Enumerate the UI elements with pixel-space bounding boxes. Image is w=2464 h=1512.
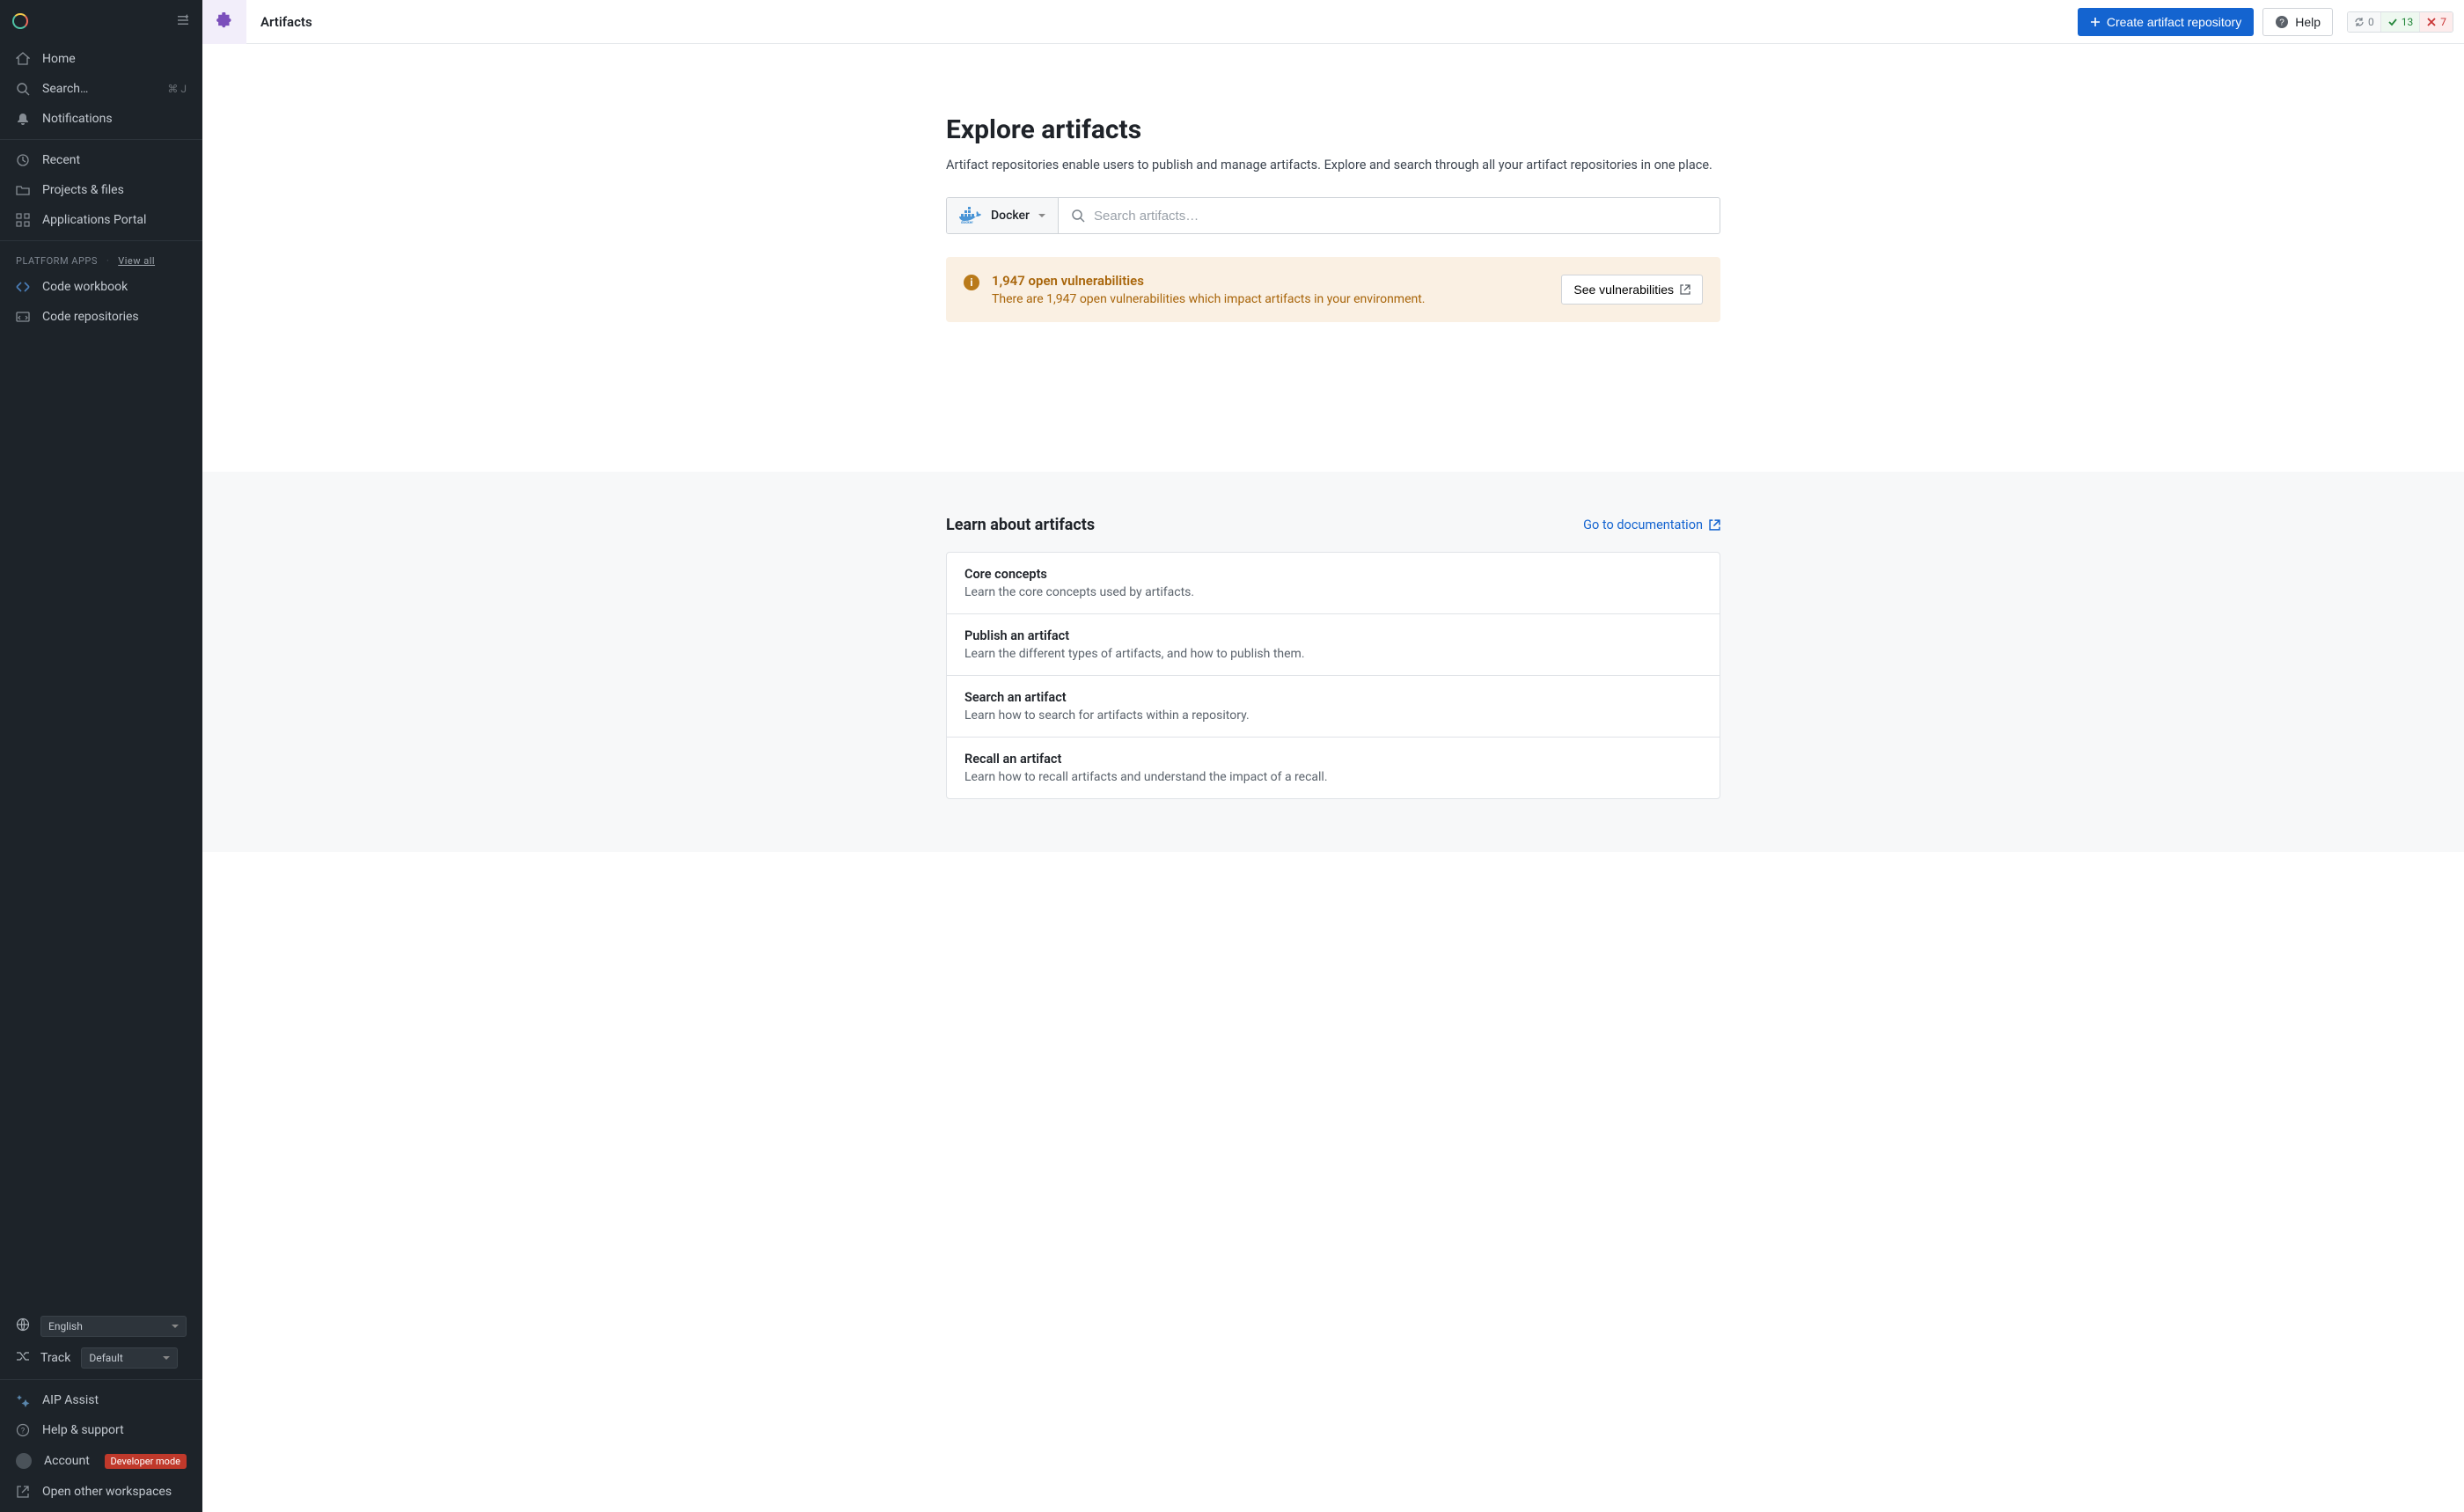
nav-notifications[interactable]: Notifications [0,104,202,134]
search-type-select[interactable]: docker Docker [947,198,1059,233]
nav-label: Code repositories [42,310,139,324]
alert-description: There are 1,947 open vulnerabilities whi… [992,292,1549,306]
doc-item[interactable]: Search an artifact Learn how to search f… [947,676,1720,738]
nav-open-workspaces[interactable]: Open other workspaces [0,1477,202,1507]
documentation-link[interactable]: Go to documentation [1583,517,1720,532]
nav-label: Notifications [42,112,113,126]
learn-section-title: Learn about artifacts [946,516,1095,534]
status-error[interactable]: 7 [2420,12,2453,32]
nav-code-repos[interactable]: Code repositories [0,302,202,332]
info-icon: i [964,275,979,290]
create-repository-button[interactable]: Create artifact repository [2078,8,2254,36]
globe-icon [16,1317,30,1335]
nav-account[interactable]: Account Developer mode [0,1445,202,1477]
vulnerabilities-alert: i 1,947 open vulnerabilities There are 1… [946,257,1720,322]
nav-label: Account [44,1454,90,1468]
question-circle-icon: ? [2275,15,2289,29]
search-icon [1071,209,1085,223]
nav-recent[interactable]: Recent [0,145,202,175]
nav-label: Recent [42,153,80,167]
nav-help-support[interactable]: ? Help & support [0,1415,202,1445]
sidebar: Home Search… ⌘ J Notifications Recent Pr… [0,0,202,1512]
page-title: Explore artifacts [946,114,1720,145]
nav-aip-assist[interactable]: AIP Assist [0,1385,202,1415]
svg-text:?: ? [21,1428,25,1436]
status-indicator[interactable]: 0 13 7 [2347,11,2453,33]
track-label: Track [40,1351,70,1365]
question-icon: ? [16,1423,30,1437]
doc-item[interactable]: Publish an artifact Learn the different … [947,614,1720,676]
plus-icon [2090,17,2101,27]
status-ok[interactable]: 13 [2381,12,2421,32]
help-button[interactable]: ? Help [2262,8,2333,36]
sync-icon [2354,17,2365,27]
caret-down-icon [163,1356,170,1360]
nav-label: Projects & files [42,183,124,197]
caret-down-icon [172,1325,179,1328]
svg-text:?: ? [2279,18,2284,27]
shuffle-icon [16,1349,30,1367]
caret-down-icon [1038,214,1045,217]
see-vulnerabilities-button[interactable]: See vulnerabilities [1561,275,1703,305]
nav-label: AIP Assist [42,1393,99,1407]
app-title: Artifacts [260,14,312,30]
code-repos-icon [16,310,30,324]
nav-label: Open other workspaces [42,1485,172,1499]
language-select[interactable]: English [40,1316,187,1337]
status-sync[interactable]: 0 [2348,12,2381,32]
topbar: Artifacts Create artifact repository ? H… [202,0,2464,44]
nav-label: Home [42,52,76,66]
history-icon [16,153,30,167]
svg-text:docker: docker [961,220,973,224]
nav-home[interactable]: Home [0,44,202,74]
nav-label: Search… [42,82,88,96]
nav-code-workbook[interactable]: Code workbook [0,272,202,302]
nav-apps-portal[interactable]: Applications Portal [0,205,202,235]
nav-projects[interactable]: Projects & files [0,175,202,205]
track-select[interactable]: Default [81,1347,178,1369]
product-logo[interactable] [12,13,30,31]
code-workbook-icon [16,280,30,294]
search-shortcut: ⌘ J [167,83,187,95]
bell-icon [16,112,30,126]
docker-icon: docker [959,207,982,224]
puzzle-icon [215,12,234,32]
doc-item[interactable]: Core concepts Learn the core concepts us… [947,553,1720,614]
external-link-icon [1680,284,1690,295]
section-title: PLATFORM APPS [16,255,98,267]
page-subtitle: Artifact repositories enable users to pu… [946,158,1720,172]
doc-list: Core concepts Learn the core concepts us… [946,552,1720,799]
doc-item[interactable]: Recall an artifact Learn how to recall a… [947,738,1720,798]
avatar [16,1453,32,1469]
grid-icon [16,213,30,227]
external-link-icon [1709,519,1720,531]
view-all-link[interactable]: View all [118,255,155,267]
nav-label: Applications Portal [42,213,146,227]
nav-search[interactable]: Search… ⌘ J [0,74,202,104]
nav-label: Code workbook [42,280,128,294]
x-icon [2426,17,2437,27]
developer-mode-badge: Developer mode [105,1454,187,1469]
home-icon [16,52,30,66]
nav-label: Help & support [42,1423,124,1437]
collapse-sidebar-button[interactable] [176,13,190,31]
check-icon [2387,17,2398,27]
folder-icon [16,183,30,197]
alert-title: 1,947 open vulnerabilities [992,273,1549,289]
search-bar: docker Docker [946,197,1720,234]
app-icon [202,0,246,44]
sparkle-icon [16,1393,30,1407]
external-link-icon [16,1485,30,1499]
search-icon [16,82,30,96]
search-input[interactable] [1094,209,1707,224]
